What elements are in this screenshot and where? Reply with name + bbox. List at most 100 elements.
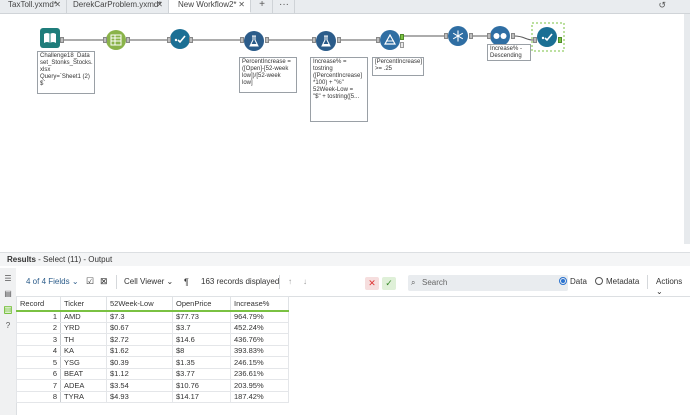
fields-selector[interactable]: 4 of 4 Fields ⌄ [26,277,79,287]
cell-52week-low[interactable]: $0.67 [106,321,173,334]
cell-52week-low[interactable]: $3.54 [106,379,173,392]
output-anchor[interactable] [189,37,193,43]
sort-tool[interactable] [490,26,510,46]
filter-tool[interactable] [380,30,400,50]
cell-openprice[interactable]: $10.76 [172,379,231,392]
table-row[interactable]: 3 TH $2.72 $14.6 436.76% [16,333,289,346]
multi-field-tool[interactable] [448,26,468,46]
more-tabs-button[interactable]: ··· [274,0,295,13]
column-header-ticker[interactable]: Ticker [60,296,107,311]
arrow-up-icon[interactable]: ↑ [288,277,292,287]
edit-fields-icon[interactable]: ☑ [86,276,94,286]
cell-increase[interactable]: 236.61% [230,367,289,380]
input-anchor[interactable] [533,37,537,43]
cell-openprice[interactable]: $1.35 [172,356,231,369]
clear-icon[interactable]: ⊠ [100,276,108,286]
cell-52week-low[interactable]: $1.12 [106,367,173,380]
input-anchor[interactable] [240,37,244,43]
tab-taxtoll[interactable]: TaxToll.yxmd* ✕ [0,0,67,13]
output-anchor[interactable] [337,37,341,43]
cell-ticker[interactable]: ADEA [60,379,107,392]
column-header-record[interactable]: Record [16,296,61,311]
cell-openprice[interactable]: $77.73 [172,310,231,323]
output-anchor[interactable] [60,37,64,43]
close-icon[interactable]: ✕ [238,0,245,10]
cell-increase[interactable]: 393.83% [230,344,289,357]
formula-tool-1[interactable] [244,31,264,51]
table-row[interactable]: 1 AMD $7.3 $77.73 964.79% [16,310,289,323]
history-icon[interactable]: ↺ [658,0,666,11]
list-icon[interactable]: ☰ [4,275,12,283]
data-radio[interactable] [559,277,567,285]
cell-52week-low[interactable]: $4.93 [106,390,173,403]
cell-52week-low[interactable]: $1.62 [106,344,173,357]
select-output-tool[interactable] [537,27,557,47]
table-row[interactable]: 4 KA $1.62 $8 393.83% [16,344,289,357]
input-anchor[interactable] [103,37,107,43]
add-tab-button[interactable]: + [252,0,273,13]
actions-dropdown[interactable]: Actions ⌄ [656,277,690,297]
output-anchor[interactable] [469,33,473,39]
tab-derekcarproblem[interactable]: DerekCarProblem.yxmd* ✕ [67,0,169,13]
cell-viewer-dropdown[interactable]: Cell Viewer ⌄ [124,277,173,287]
cell-openprice[interactable]: $8 [172,344,231,357]
search-input[interactable]: ⌕ Search [408,275,568,291]
cell-openprice[interactable]: $3.7 [172,321,231,334]
output-anchor[interactable] [126,37,130,43]
table-row[interactable]: 2 YRD $0.67 $3.7 452.24% [16,321,289,334]
cell-increase[interactable]: 246.15% [230,356,289,369]
formula-tool-2[interactable] [316,31,336,51]
help-icon[interactable]: ? [4,322,12,330]
select-tool[interactable] [106,30,126,50]
cell-openprice[interactable]: $14.6 [172,333,231,346]
cell-openprice[interactable]: $14.17 [172,390,231,403]
cell-52week-low[interactable]: $7.3 [106,310,173,323]
cell-ticker[interactable]: TH [60,333,107,346]
table-row[interactable]: 6 BEAT $1.12 $3.77 236.61% [16,367,289,380]
cell-openprice[interactable]: $3.77 [172,367,231,380]
cell-ticker[interactable]: YSG [60,356,107,369]
cell-ticker[interactable]: TYRA [60,390,107,403]
workflow-canvas[interactable]: Challenge18_Data set_Stonks_Stocks. xlsx… [0,14,690,244]
input-data-tool[interactable] [40,28,60,48]
close-icon[interactable]: ✕ [54,0,61,10]
cell-ticker[interactable]: AMD [60,310,107,323]
output-anchor[interactable] [511,33,515,39]
cell-increase[interactable]: 203.95% [230,379,289,392]
column-header-increase[interactable]: Increase% [230,296,289,311]
record-number: 8 [16,390,61,403]
cell-increase[interactable]: 964.79% [230,310,289,323]
metadata-radio[interactable] [595,277,603,285]
input-anchor[interactable] [487,33,491,39]
true-anchor[interactable] [400,34,404,40]
paragraph-icon[interactable]: ¶ [184,277,189,287]
input-anchor[interactable] [444,33,448,39]
table-icon[interactable]: ▤ [4,290,12,298]
output-anchor[interactable] [265,37,269,43]
cell-52week-low[interactable]: $0.39 [106,356,173,369]
cell-increase[interactable]: 452.24% [230,321,289,334]
data-grid-icon[interactable]: ▥ [4,306,12,314]
checkmark-icon[interactable]: ✓ [382,277,396,290]
cell-increase[interactable]: 187.42% [230,390,289,403]
input-anchor[interactable] [167,37,171,43]
cell-increase[interactable]: 436.76% [230,333,289,346]
false-anchor[interactable] [400,42,404,48]
cell-52week-low[interactable]: $2.72 [106,333,173,346]
input-anchor[interactable] [376,37,380,43]
output-anchor[interactable] [558,37,562,43]
table-row[interactable]: 8 TYRA $4.93 $14.17 187.42% [16,390,289,403]
column-header-openprice[interactable]: OpenPrice [172,296,231,311]
browse-tool[interactable] [170,29,190,49]
close-icon[interactable]: ✕ [156,0,163,10]
input-anchor[interactable] [312,37,316,43]
cell-ticker[interactable]: YRD [60,321,107,334]
arrow-down-icon[interactable]: ↓ [303,277,307,287]
column-header-52week-low[interactable]: 52Week-Low [106,296,173,311]
cell-ticker[interactable]: BEAT [60,367,107,380]
cell-ticker[interactable]: KA [60,344,107,357]
tab-new-workflow2[interactable]: New Workflow2* ✕ [169,0,251,13]
table-row[interactable]: 7 ADEA $3.54 $10.76 203.95% [16,379,289,392]
table-row[interactable]: 5 YSG $0.39 $1.35 246.15% [16,356,289,369]
close-icon[interactable]: ✕ [365,277,379,290]
